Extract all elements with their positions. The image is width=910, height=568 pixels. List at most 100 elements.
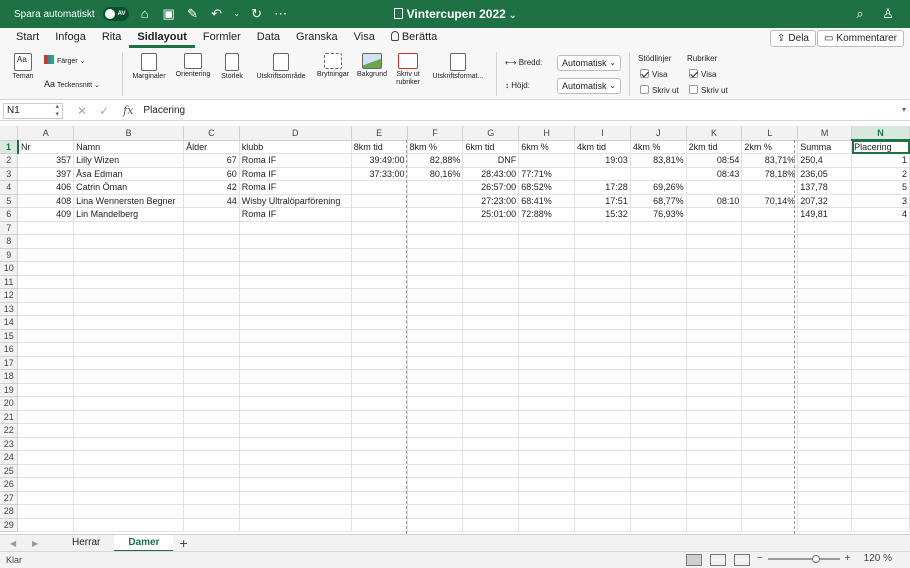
row-header[interactable]: 12 (0, 288, 19, 303)
cell[interactable] (239, 504, 352, 519)
row-header[interactable]: 20 (0, 396, 19, 411)
cell[interactable] (518, 410, 576, 424)
cell[interactable]: 60 (183, 167, 240, 181)
cell[interactable] (407, 329, 464, 343)
cell[interactable] (407, 194, 464, 208)
cell[interactable] (574, 315, 631, 330)
cell[interactable] (518, 221, 576, 235)
cell[interactable] (797, 248, 853, 262)
column-header-g[interactable]: G (462, 126, 520, 141)
cell[interactable]: 2km % (741, 140, 799, 154)
cell[interactable] (462, 302, 520, 316)
cell[interactable] (407, 518, 464, 532)
cell[interactable] (462, 248, 520, 262)
cell[interactable] (851, 369, 910, 384)
cell[interactable] (183, 288, 240, 303)
column-header-l[interactable]: L (741, 126, 799, 141)
cell[interactable] (851, 477, 910, 492)
cell[interactable] (518, 261, 576, 276)
cell[interactable] (239, 410, 352, 424)
row-header[interactable]: 8 (0, 234, 19, 249)
cell[interactable] (851, 423, 910, 438)
column-header-e[interactable]: E (351, 126, 408, 141)
cell[interactable] (518, 396, 576, 411)
row-header[interactable]: 3 (0, 167, 19, 181)
autosave-toggle[interactable]: AV (102, 7, 129, 21)
cell[interactable]: 17:28 (574, 180, 631, 195)
cell[interactable] (518, 423, 576, 438)
row-header[interactable]: 27 (0, 491, 19, 505)
cell[interactable] (462, 342, 520, 357)
cell[interactable] (741, 369, 799, 384)
cell[interactable] (17, 248, 75, 262)
cell[interactable]: 67 (183, 153, 240, 168)
undo-icon[interactable]: ↶ (209, 6, 225, 22)
cell[interactable]: Lina Wennersten Begner (73, 194, 185, 208)
row-header[interactable]: 25 (0, 464, 19, 478)
cell[interactable] (351, 491, 408, 505)
cell[interactable]: 08:10 (686, 194, 743, 208)
row-header[interactable]: 6 (0, 207, 19, 222)
cell[interactable] (73, 275, 185, 289)
cell[interactable] (17, 491, 75, 505)
cell[interactable] (518, 437, 576, 451)
cell[interactable] (183, 356, 240, 370)
cell[interactable] (630, 234, 687, 249)
cell[interactable] (17, 518, 75, 532)
cell[interactable] (630, 491, 687, 505)
cell[interactable] (851, 383, 910, 397)
cell[interactable] (73, 261, 185, 276)
zoom-in-icon[interactable]: + (845, 553, 851, 564)
cell[interactable]: 1 (851, 153, 910, 168)
cell[interactable] (183, 234, 240, 249)
cell[interactable] (797, 221, 853, 235)
cell[interactable] (686, 383, 743, 397)
cell[interactable]: 4 (851, 207, 910, 222)
home-icon[interactable]: ⌂ (137, 6, 153, 22)
cell[interactable] (73, 315, 185, 330)
cell[interactable] (797, 518, 853, 532)
cell[interactable] (630, 369, 687, 384)
cell[interactable] (407, 180, 464, 195)
cell[interactable]: 207,32 (797, 194, 853, 208)
row-header[interactable]: 23 (0, 437, 19, 451)
tab-data[interactable]: Data (249, 28, 288, 48)
redo-icon[interactable]: ↻ (249, 6, 265, 22)
cell[interactable] (407, 464, 464, 478)
cell[interactable] (797, 464, 853, 478)
cell[interactable] (741, 437, 799, 451)
cell[interactable] (239, 221, 352, 235)
cell[interactable] (574, 221, 631, 235)
cell[interactable] (73, 369, 185, 384)
column-header-m[interactable]: M (797, 126, 853, 141)
cell[interactable] (797, 369, 853, 384)
cell[interactable] (351, 261, 408, 276)
cell[interactable] (17, 464, 75, 478)
cell[interactable]: 149,81 (797, 207, 853, 222)
cell[interactable] (686, 221, 743, 235)
cell[interactable]: 44 (183, 194, 240, 208)
prev-sheet-icon[interactable]: ◀ (10, 539, 22, 548)
cell[interactable] (630, 410, 687, 424)
cell[interactable] (686, 261, 743, 276)
cell[interactable] (239, 275, 352, 289)
cell[interactable] (574, 248, 631, 262)
cell[interactable] (462, 329, 520, 343)
cell[interactable] (183, 410, 240, 424)
save-icon[interactable]: ▣ (161, 6, 177, 22)
more-icon[interactable]: ⋯ (273, 6, 289, 22)
cell[interactable] (183, 275, 240, 289)
cell[interactable] (630, 261, 687, 276)
cell[interactable] (851, 491, 910, 505)
cell[interactable] (239, 315, 352, 330)
cell[interactable] (183, 302, 240, 316)
cell[interactable] (239, 396, 352, 411)
cell[interactable] (17, 396, 75, 411)
cell[interactable]: 406 (17, 180, 75, 195)
cell[interactable] (741, 477, 799, 492)
cell[interactable] (741, 450, 799, 465)
cell[interactable]: 08:43 (686, 167, 743, 181)
cell[interactable] (518, 504, 576, 519)
background-button[interactable]: Bakgrund (354, 53, 390, 78)
cell[interactable]: 6km tid (462, 140, 520, 154)
